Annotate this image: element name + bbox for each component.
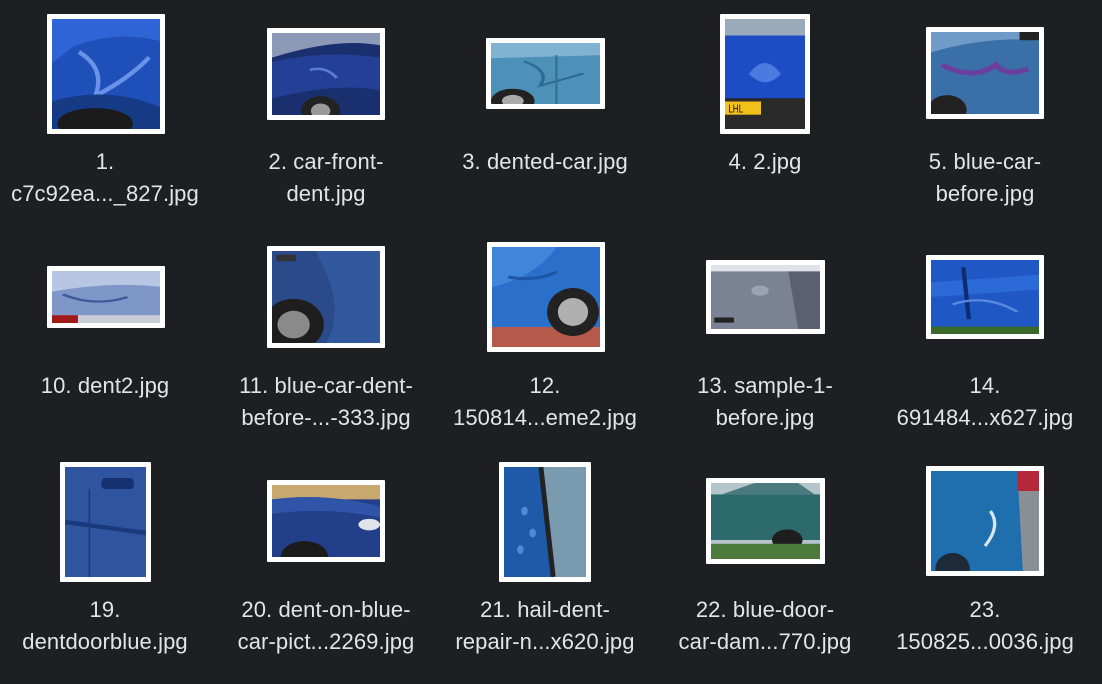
file-item[interactable]: 23. 150825...0036.jpg	[875, 460, 1095, 684]
thumbnail-area	[875, 236, 1095, 366]
thumbnail-area	[875, 460, 1095, 590]
file-item[interactable]: 12. 150814...eme2.jpg	[435, 236, 655, 460]
file-item[interactable]: 10. dent2.jpg	[0, 236, 215, 460]
file-thumbnail[interactable]	[926, 466, 1044, 576]
blue-car-dent-photo-icon	[52, 19, 160, 129]
file-item[interactable]: 19. dentdoorblue.jpg	[0, 460, 215, 684]
file-name-label: 20. dent-on-blue- car-pict...2269.jpg	[237, 597, 415, 654]
thumbnail-area	[0, 236, 215, 366]
file-thumbnail[interactable]	[926, 255, 1044, 339]
file-name-label: 4. 2.jpg	[728, 149, 802, 174]
file-thumbnail[interactable]	[926, 27, 1044, 119]
car-dent-closeup-photo-icon	[52, 271, 160, 323]
file-item[interactable]: 5. blue-car- before.jpg	[875, 12, 1095, 236]
grey-car-door-photo-icon	[711, 265, 820, 329]
blue-panel-crease-photo-icon	[931, 260, 1039, 334]
blue-car-dent-photo-icon	[931, 32, 1039, 114]
light-blue-car-door-photo-icon	[491, 43, 600, 104]
blue-car-rear-plate-photo-icon: LHL	[725, 19, 805, 129]
blue-car-wheel-photo-icon	[272, 251, 380, 343]
teal-car-side-photo-icon	[711, 483, 820, 559]
file-item[interactable]: 21. hail-dent- repair-n...x620.jpg	[435, 460, 655, 684]
file-thumbnail[interactable]	[499, 462, 591, 582]
file-thumbnail[interactable]: LHL	[720, 14, 810, 134]
thumbnail-area: LHL	[655, 12, 875, 142]
blue-car-dent-photo-icon	[272, 33, 380, 115]
thumbnail-area	[216, 12, 436, 142]
hail-dent-pillar-photo-icon	[504, 467, 586, 577]
file-name-label: 19. dentdoorblue.jpg	[22, 597, 188, 654]
file-item[interactable]: 11. blue-car-dent- before-...-333.jpg	[216, 236, 436, 460]
thumbnail-area	[216, 236, 436, 366]
file-item[interactable]: 13. sample-1- before.jpg	[655, 236, 875, 460]
file-name-label: 13. sample-1- before.jpg	[697, 373, 833, 430]
file-thumbnail[interactable]	[267, 28, 385, 120]
file-name-label: 21. hail-dent- repair-n...x620.jpg	[455, 597, 635, 654]
file-item[interactable]: 14. 691484...x627.jpg	[875, 236, 1095, 460]
thumbnail-area	[655, 236, 875, 366]
svg-text:LHL: LHL	[728, 103, 743, 116]
blue-door-handle-photo-icon	[65, 467, 146, 577]
file-name-label: 3. dented-car.jpg	[462, 149, 628, 174]
file-name-label: 2. car-front- dent.jpg	[268, 149, 384, 206]
file-item[interactable]: LHL 4. 2.jpg	[655, 12, 875, 236]
thumbnail-area	[0, 460, 215, 590]
file-thumbnail[interactable]	[267, 246, 385, 348]
thumbnail-area	[435, 12, 655, 142]
file-item[interactable]: 3. dented-car.jpg	[435, 12, 655, 236]
thumbnail-area	[655, 460, 875, 590]
file-name-label: 23. 150825...0036.jpg	[896, 597, 1074, 654]
file-thumbnail[interactable]	[47, 14, 165, 134]
file-name-label: 11. blue-car-dent- before-...-333.jpg	[239, 373, 413, 430]
blue-car-wheel-photo-icon	[492, 247, 600, 347]
file-item[interactable]: 20. dent-on-blue- car-pict...2269.jpg	[216, 460, 436, 684]
file-item[interactable]: 2. car-front- dent.jpg	[216, 12, 436, 236]
blue-car-front-photo-icon	[272, 485, 380, 557]
thumbnail-area	[435, 236, 655, 366]
file-name-label: 12. 150814...eme2.jpg	[453, 373, 637, 430]
file-grid: 1. c7c92ea..._827.jpg 2. car-front- dent…	[0, 0, 1102, 680]
file-thumbnail[interactable]	[60, 462, 151, 582]
file-item[interactable]: 22. blue-door- car-dam...770.jpg	[655, 460, 875, 684]
file-thumbnail[interactable]	[706, 478, 825, 564]
file-name-label: 10. dent2.jpg	[40, 373, 170, 398]
file-thumbnail[interactable]	[267, 480, 385, 562]
file-name-label: 5. blue-car- before.jpg	[928, 149, 1042, 206]
file-thumbnail[interactable]	[487, 242, 605, 352]
thumbnail-area	[216, 460, 436, 590]
thumbnail-area	[875, 12, 1095, 142]
file-thumbnail[interactable]	[486, 38, 605, 109]
file-name-label: 22. blue-door- car-dam...770.jpg	[678, 597, 852, 654]
file-thumbnail[interactable]	[706, 260, 825, 334]
file-name-label: 14. 691484...x627.jpg	[896, 373, 1074, 430]
file-name-label: 1. c7c92ea..._827.jpg	[11, 149, 199, 206]
file-thumbnail[interactable]	[47, 266, 165, 328]
blue-car-rear-corner-photo-icon	[931, 471, 1039, 571]
file-item[interactable]: 1. c7c92ea..._827.jpg	[0, 12, 215, 236]
thumbnail-area	[0, 12, 215, 142]
thumbnail-area	[435, 460, 655, 590]
